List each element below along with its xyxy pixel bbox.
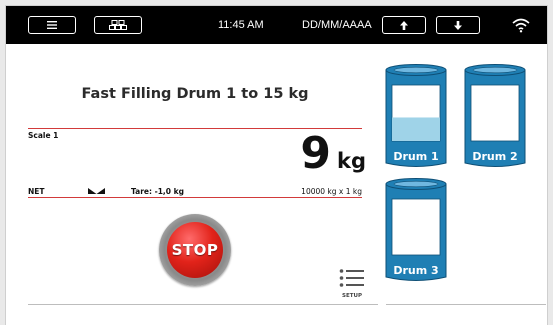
hamburger-icon [47, 21, 57, 29]
net-label: NET [28, 187, 45, 196]
drum-2-button[interactable]: Drum 2 [463, 63, 527, 170]
scale-capacity: 10000 kg x 1 kg [301, 187, 362, 196]
scroll-down-button[interactable] [436, 16, 480, 34]
list-menu-icon [339, 269, 364, 287]
drum-label: Drum 2 [472, 150, 518, 163]
scale-label: Scale 1 [28, 131, 59, 140]
setup-label: SETUP [342, 293, 362, 299]
wifi-icon[interactable] [512, 17, 530, 33]
drum-label: Drum 3 [393, 264, 439, 277]
left-bottom-divider [28, 304, 378, 305]
drum-3-button[interactable]: Drum 3 [384, 177, 448, 284]
setup-button[interactable]: SETUP [336, 268, 368, 302]
stop-label: STOP [167, 222, 223, 278]
weight-unit: kg [337, 149, 366, 173]
drum-1-button[interactable]: Drum 1 [384, 63, 448, 170]
grid-button[interactable] [94, 16, 142, 34]
menu-button[interactable] [28, 16, 76, 34]
grid-icon [109, 20, 127, 30]
top-bar: 11:45 AM DD/MM/AAAA [6, 6, 547, 44]
bowtie-icon [88, 188, 105, 194]
clock-time: 11:45 AM [218, 19, 264, 31]
right-bottom-divider [386, 304, 546, 305]
process-title: Fast Filling Drum 1 to 15 kg [81, 86, 309, 102]
tare-label: Tare: -1,0 kg [131, 187, 184, 196]
drum-label: Drum 1 [393, 150, 439, 163]
bottom-red-divider [28, 197, 362, 198]
hmi-screen: 11:45 AM DD/MM/AAAA Fast Filling Drum 1 … [5, 5, 548, 325]
arrow-up-icon [400, 20, 408, 30]
weight-value: 9 [300, 128, 331, 179]
scroll-up-button[interactable] [382, 16, 426, 34]
date-format: DD/MM/AAAA [302, 19, 372, 31]
arrow-down-icon [454, 20, 462, 30]
weight-display: 9 kg [286, 132, 366, 176]
stop-button[interactable]: STOP [159, 214, 231, 286]
